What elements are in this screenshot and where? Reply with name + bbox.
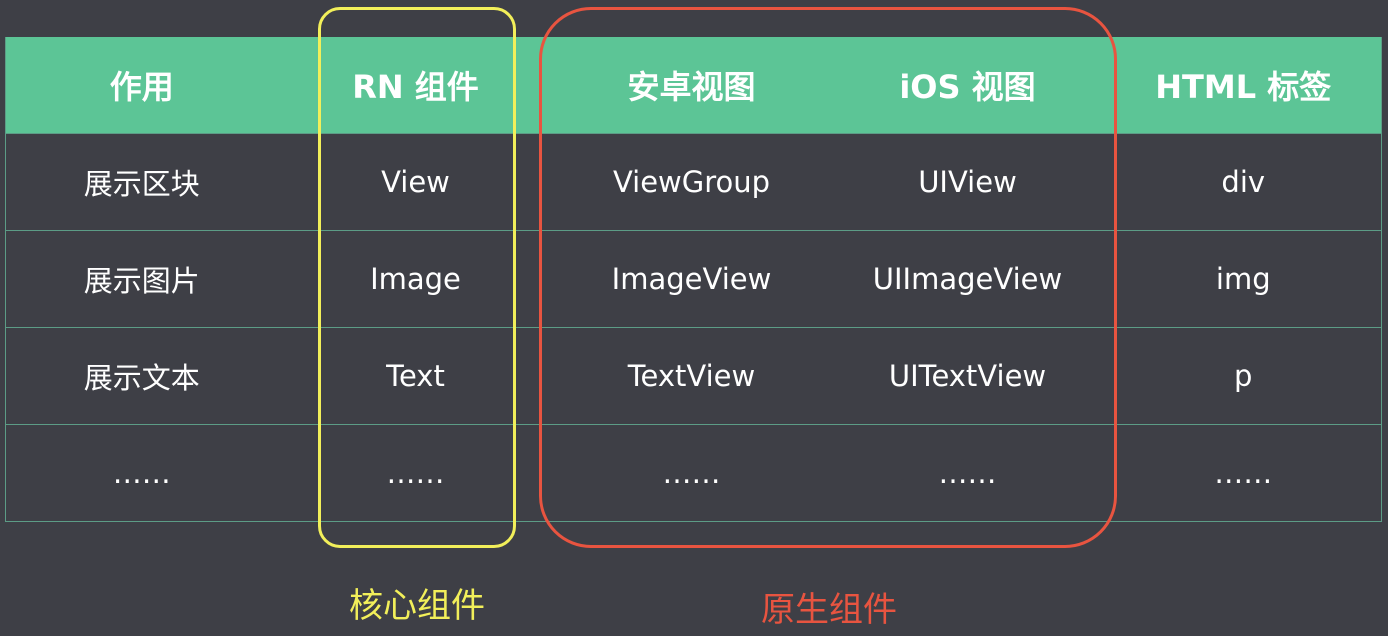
table-cell: UIImageView — [829, 230, 1106, 328]
header-android-view: 安卓视图 — [553, 37, 830, 134]
table-row: 展示文本 Text TextView UITextView p — [5, 327, 1382, 425]
table-header-row: 作用 RN 组件 安卓视图 iOS 视图 HTML 标签 — [5, 37, 1382, 134]
table-cell: Image — [277, 230, 554, 328]
header-html-tag: HTML 标签 — [1105, 37, 1382, 134]
header-rn-component: RN 组件 — [277, 37, 554, 134]
table-cell: ViewGroup — [553, 133, 830, 231]
table-cell: 展示文本 — [5, 327, 278, 425]
table-cell: TextView — [553, 327, 830, 425]
table-cell: …… — [1105, 424, 1382, 522]
table-cell: Text — [277, 327, 554, 425]
table-cell: UIView — [829, 133, 1106, 231]
core-components-caption: 核心组件 — [349, 586, 485, 626]
table-cell: View — [277, 133, 554, 231]
table-cell: div — [1105, 133, 1382, 231]
table-row: 展示区块 View ViewGroup UIView div — [5, 133, 1382, 231]
table-cell: img — [1105, 230, 1382, 328]
table-cell: 展示区块 — [5, 133, 278, 231]
header-purpose: 作用 — [5, 37, 278, 134]
table-row: 展示图片 Image ImageView UIImageView img — [5, 230, 1382, 328]
table-cell: ImageView — [553, 230, 830, 328]
table-cell: …… — [553, 424, 830, 522]
table-cell: UITextView — [829, 327, 1106, 425]
table-cell: …… — [829, 424, 1106, 522]
native-components-caption: 原生组件 — [761, 590, 897, 630]
table-cell: p — [1105, 327, 1382, 425]
header-ios-view: iOS 视图 — [829, 37, 1106, 134]
component-mapping-table: 作用 RN 组件 安卓视图 iOS 视图 HTML 标签 展示区块 View V… — [5, 37, 1382, 522]
table-cell: …… — [277, 424, 554, 522]
table-cell: 展示图片 — [5, 230, 278, 328]
table-row: …… …… …… …… …… — [5, 424, 1382, 522]
table-cell: …… — [5, 424, 278, 522]
